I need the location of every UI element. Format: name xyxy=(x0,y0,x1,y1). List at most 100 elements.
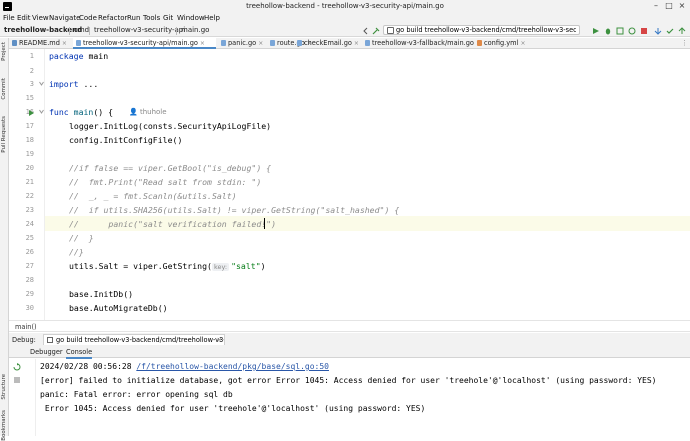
fold-icon[interactable] xyxy=(39,109,44,115)
code-line: import ... xyxy=(49,79,99,89)
go-file-icon xyxy=(365,40,370,46)
build-hammer-icon[interactable] xyxy=(372,27,380,35)
line-number: 19 xyxy=(25,150,34,158)
line-number: 30 xyxy=(25,304,34,312)
code-comment-line: // panic("salt verification failed!") xyxy=(69,219,277,229)
back-arrow-icon[interactable] xyxy=(362,27,370,35)
console-toolbar xyxy=(9,359,36,436)
tab-readme[interactable]: README.md × xyxy=(9,38,71,49)
line-number: 17 xyxy=(25,122,34,130)
go-file-icon xyxy=(76,40,81,46)
tab-config-yml[interactable]: config.yml × xyxy=(474,38,534,49)
line-number: 26 xyxy=(25,248,34,256)
line-number: 2 xyxy=(29,67,34,75)
window-title-bar: treehollow-backend - treehollow-v3-secur… xyxy=(0,0,690,13)
menu-bar: File Edit View Navigate Code Refactor Ru… xyxy=(0,13,690,24)
line-number: 25 xyxy=(25,234,34,242)
go-file-icon xyxy=(297,40,302,46)
console-line: panic: Fatal error: error opening sql db xyxy=(40,390,233,399)
source-file-link[interactable]: /f/treehollow-backend/pkg/base/sql.go:50 xyxy=(136,362,329,371)
tab-debugger[interactable]: Debugger xyxy=(30,348,63,356)
menu-help[interactable]: Help xyxy=(204,14,220,22)
structure-tool-tab[interactable]: Structure xyxy=(1,374,9,400)
breadcrumb-function[interactable]: main() xyxy=(15,323,37,331)
code-line: config.InitConfigFile() xyxy=(69,135,183,145)
menu-code[interactable]: Code xyxy=(79,14,97,22)
line-number: 20 xyxy=(25,164,34,172)
line-number: 28 xyxy=(25,276,34,284)
console-output[interactable]: 2024/02/28 00:56:28 /f/treehollow-backen… xyxy=(36,359,690,436)
debug-bug-icon[interactable] xyxy=(604,27,612,35)
close-tab-icon[interactable]: × xyxy=(62,38,67,49)
close-button[interactable]: × xyxy=(677,1,687,11)
go-file-icon xyxy=(221,40,226,46)
tab-label: README.md xyxy=(19,39,60,47)
menu-run[interactable]: Run xyxy=(127,14,140,22)
breadcrumb-project[interactable]: treehollow-backend xyxy=(4,26,82,34)
stop-icon[interactable] xyxy=(640,27,648,35)
bookmarks-tool-tab[interactable]: Bookmarks xyxy=(1,410,9,441)
go-file-icon xyxy=(270,40,275,46)
menu-edit[interactable]: Edit xyxy=(17,14,31,22)
line-number: 15 xyxy=(25,94,34,102)
line-number: 27 xyxy=(25,262,34,270)
code-comment-line: // } xyxy=(69,233,94,243)
git-update-icon[interactable] xyxy=(654,27,662,35)
code-breadcrumb: main() xyxy=(9,320,690,332)
menu-git[interactable]: Git xyxy=(163,14,173,22)
code-editor[interactable]: package main import ... 👤 thuhole func m… xyxy=(45,49,690,320)
code-line: logger.InitLog(consts.SecurityApiLogFile… xyxy=(69,121,272,131)
fold-icon[interactable] xyxy=(39,81,44,87)
code-line: base.InitDb() xyxy=(69,289,134,299)
console-line: [error] failed to initialize database, g… xyxy=(40,376,657,385)
tab-security-main[interactable]: treehollow-v3-security-api/main.go × xyxy=(73,38,216,49)
git-push-icon[interactable] xyxy=(678,27,686,35)
menu-file[interactable]: File xyxy=(3,14,15,22)
maximize-button[interactable]: □ xyxy=(664,1,674,11)
close-tab-icon[interactable]: × xyxy=(200,38,205,49)
tab-label: checkEmail.go xyxy=(304,39,352,47)
menu-refactor[interactable]: Refactor xyxy=(98,14,127,22)
tab-overflow-icon[interactable]: ⋮ xyxy=(681,39,688,47)
breadcrumb-module[interactable]: treehollow-v3-security-api xyxy=(94,26,185,34)
close-tab-icon[interactable]: × xyxy=(258,38,263,49)
breadcrumb-cmd[interactable]: cmd xyxy=(74,26,89,34)
tab-label: panic.go xyxy=(228,39,257,47)
breadcrumb-separator xyxy=(89,27,90,35)
line-number: 22 xyxy=(25,192,34,200)
tab-fallback-main[interactable]: treehollow-v3-fallback/main.go× xyxy=(362,38,481,49)
pull-requests-tool-tab[interactable]: Pull Requests xyxy=(1,116,9,153)
editor-tab-bar: README.md × treehollow-v3-security-api/ma… xyxy=(9,38,690,49)
line-number: 18 xyxy=(25,136,34,144)
tab-checkemail[interactable]: checkEmail.go × xyxy=(294,38,361,49)
commit-tool-tab[interactable]: Commit xyxy=(1,78,9,100)
left-tool-strip: Project Commit Pull Requests Structure B… xyxy=(0,38,9,441)
tab-console[interactable]: Console xyxy=(66,348,93,359)
menu-window[interactable]: Window xyxy=(177,14,205,22)
project-tool-tab[interactable]: Project xyxy=(1,42,9,61)
profile-icon[interactable] xyxy=(628,27,636,35)
user-icon: 👤 xyxy=(129,108,138,116)
run-gutter-icon[interactable] xyxy=(28,109,35,117)
close-tab-icon[interactable]: × xyxy=(216,335,222,345)
tab-label: treehollow-v3-security-api/main.go xyxy=(83,39,198,47)
breadcrumb-file[interactable]: main.go xyxy=(181,26,209,34)
close-tab-icon[interactable]: × xyxy=(520,38,525,49)
menu-navigate[interactable]: Navigate xyxy=(49,14,80,22)
run-configuration-label: go build treehollow-v3-backend/cmd/treeh… xyxy=(396,26,576,34)
menu-view[interactable]: View xyxy=(32,14,49,22)
menu-tools[interactable]: Tools xyxy=(143,14,160,22)
coverage-icon[interactable] xyxy=(616,27,624,35)
git-commit-icon[interactable] xyxy=(666,27,674,35)
go-build-icon xyxy=(47,337,53,343)
debug-session-tab[interactable]: go build treehollow-v3-backend/cmd/treeh… xyxy=(43,334,225,345)
run-configuration-selector[interactable]: go build treehollow-v3-backend/cmd/treeh… xyxy=(383,25,580,35)
minimize-button[interactable]: – xyxy=(651,1,661,11)
line-number: 24 xyxy=(25,220,34,228)
stop-icon[interactable] xyxy=(13,376,21,384)
tab-panic[interactable]: panic.go × xyxy=(218,38,265,49)
code-comment-line: //} xyxy=(69,247,84,257)
close-tab-icon[interactable]: × xyxy=(354,38,359,49)
run-icon[interactable] xyxy=(592,27,600,35)
rerun-icon[interactable] xyxy=(13,363,21,371)
